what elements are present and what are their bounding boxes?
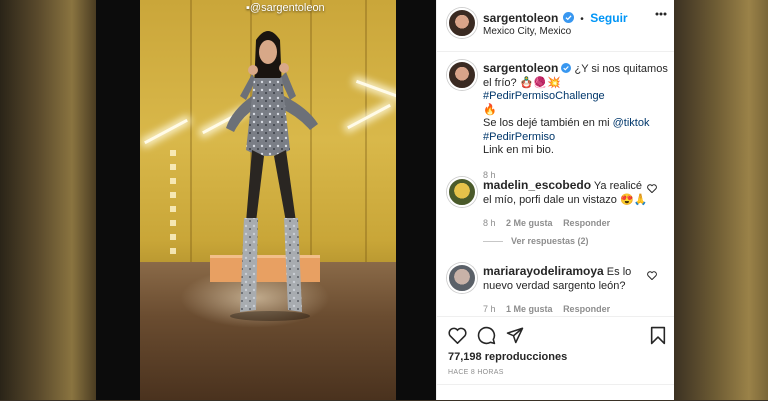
caption-text: Se los dejé también en mi — [483, 117, 610, 129]
post-caption: sargentoleon ¿Y si nos quitamos el frío?… — [483, 61, 669, 182]
caption-author-avatar[interactable] — [447, 60, 477, 90]
post-header: sargentoleon • Seguir Mexico City, Mexic… — [437, 0, 674, 52]
view-count[interactable]: 77,198 reproducciones — [448, 351, 567, 363]
video-player[interactable]: ▪@sargentoleon — [96, 0, 436, 400]
comment-icon[interactable] — [477, 326, 496, 345]
author-username[interactable]: sargentoleon — [483, 11, 558, 25]
right-backdrop — [673, 0, 768, 400]
post-time[interactable]: HACE 8 HORAS — [448, 369, 504, 376]
separator-dot: • — [580, 14, 584, 25]
hashtag-link[interactable]: #PedirPermisoChallenge — [483, 90, 605, 102]
post-info-panel: sargentoleon • Seguir Mexico City, Mexic… — [436, 0, 674, 400]
reply-button[interactable]: Responder — [563, 218, 610, 228]
view-replies-button[interactable]: Ver respuestas (2) — [483, 236, 589, 246]
post-actions: 77,198 reproducciones HACE 8 HORAS — [437, 316, 674, 401]
comment-username[interactable]: mariarayodeliramoya — [483, 264, 604, 278]
left-backdrop — [0, 0, 96, 400]
caption-text: Link en mi bio. — [483, 144, 554, 156]
post-location[interactable]: Mexico City, Mexico — [483, 26, 571, 37]
verified-badge-icon — [561, 63, 572, 73]
video-watermark: ▪@sargentoleon — [246, 2, 325, 14]
caption-emoji: 🔥 — [483, 103, 497, 116]
comment-time[interactable]: 8 h — [483, 218, 496, 228]
comment-like-icon[interactable] — [647, 271, 657, 280]
video-frame — [140, 0, 396, 400]
author-avatar[interactable] — [447, 8, 477, 38]
commenter-avatar[interactable] — [447, 177, 477, 207]
reply-button[interactable]: Responder — [563, 304, 610, 314]
caption-username[interactable]: sargentoleon — [483, 61, 558, 75]
hashtag-link[interactable]: #PedirPermiso — [483, 131, 555, 143]
verified-badge-icon — [562, 12, 574, 23]
dancer-figure — [226, 31, 318, 321]
comment-likes[interactable]: 1 Me gusta — [506, 304, 553, 314]
comment-username[interactable]: madelin_escobedo — [483, 178, 591, 192]
heart-icon[interactable] — [448, 327, 467, 344]
comment-likes[interactable]: 2 Me gusta — [506, 218, 553, 228]
divider — [437, 384, 674, 385]
comment-time[interactable]: 7 h — [483, 304, 496, 314]
more-options-icon[interactable] — [655, 12, 667, 16]
follow-button[interactable]: Seguir — [590, 11, 627, 25]
comment-like-icon[interactable] — [647, 184, 657, 193]
share-icon[interactable] — [506, 326, 524, 344]
comment-item: madelin_escobedo Ya realicé el mío, porf… — [483, 178, 653, 231]
mention-link[interactable]: @tiktok — [613, 117, 650, 129]
comment-item: mariarayodeliramoya Es lo nuevo verdad s… — [483, 264, 653, 317]
bookmark-icon[interactable] — [650, 326, 666, 345]
commenter-avatar[interactable] — [447, 263, 477, 293]
